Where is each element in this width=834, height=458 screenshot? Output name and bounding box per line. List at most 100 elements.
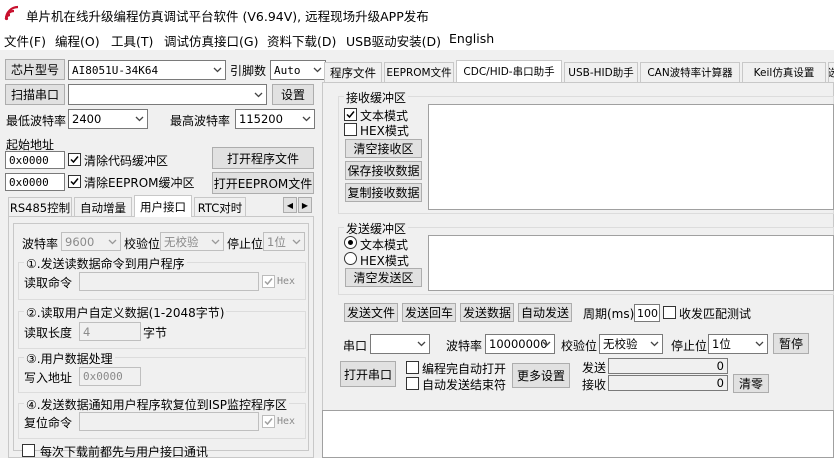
- menu-usb-driver[interactable]: USB驱动安装(D): [346, 31, 441, 50]
- tab-can-baud[interactable]: CAN波特率计算器: [640, 62, 740, 82]
- serial-baud-label: 波特率: [446, 339, 483, 353]
- min-baud-select[interactable]: 2400: [68, 109, 148, 129]
- eeprom-address-input[interactable]: 0x0000: [5, 173, 65, 191]
- clear-count-button[interactable]: 清零: [733, 374, 769, 393]
- tab-usb-hid[interactable]: USB-HID助手: [564, 62, 638, 82]
- clear-receive-button[interactable]: 清空接收区: [345, 139, 422, 158]
- ui-parity-select[interactable]: 无校验: [160, 232, 224, 251]
- menu-english[interactable]: English: [449, 31, 494, 46]
- clear-eeprom-checkbox[interactable]: [68, 175, 81, 188]
- send-count-label: 发送: [582, 361, 607, 375]
- serial-baud-select[interactable]: 10000000: [485, 334, 555, 354]
- serial-port-select[interactable]: [370, 334, 430, 354]
- read-command-hex-checkbox[interactable]: [262, 275, 275, 288]
- tab-serial-assistant[interactable]: CDC/HID-串口助手: [456, 60, 562, 82]
- check-icon: [264, 278, 273, 286]
- pause-button[interactable]: 暂停: [773, 333, 809, 354]
- communicate-before-download-checkbox[interactable]: [22, 444, 35, 457]
- group-data-processing-title: ③.用户数据处理: [24, 350, 115, 367]
- menu-program[interactable]: 编程(O): [55, 31, 100, 50]
- ui-baud-label: 波特率: [22, 237, 59, 251]
- send-count-field: 0: [608, 358, 728, 374]
- clear-send-button[interactable]: 清空发送区: [345, 268, 422, 287]
- menu-file[interactable]: 文件(F): [4, 31, 46, 50]
- chip-model-button[interactable]: 芯片型号: [5, 59, 65, 80]
- check-icon: [264, 418, 273, 426]
- read-command-label: 读取命令: [24, 276, 73, 290]
- recv-text-mode-checkbox[interactable]: [344, 108, 357, 121]
- send-hex-mode-radio[interactable]: [344, 252, 357, 265]
- read-length-unit: 字节: [143, 326, 168, 340]
- receive-textarea[interactable]: [428, 104, 834, 210]
- read-command-input[interactable]: [79, 272, 259, 291]
- tab-more[interactable]: 选: [828, 62, 834, 82]
- copy-receive-button[interactable]: 复制接收数据: [345, 183, 422, 202]
- tab-scroll-left-button[interactable]: ◀: [283, 197, 297, 213]
- reset-command-input[interactable]: [79, 412, 259, 431]
- max-baud-select[interactable]: 115200: [235, 109, 315, 129]
- tab-keil-settings[interactable]: Keil仿真设置: [742, 62, 826, 82]
- user-interface-box: 波特率 9600 校验位 无校验 停止位 1位 ①.发送读数据命令到用户程序 读…: [13, 223, 309, 458]
- save-receive-button[interactable]: 保存接收数据: [345, 161, 422, 180]
- open-eeprom-file-button[interactable]: 打开EEPROM文件: [212, 172, 314, 194]
- open-program-file-button[interactable]: 打开程序文件: [212, 147, 314, 169]
- tab-eeprom-file[interactable]: EEPROM文件: [384, 62, 454, 82]
- min-baud-label: 最低波特率: [6, 114, 67, 128]
- serial-baud-value: 10000000: [489, 337, 548, 351]
- more-settings-button[interactable]: 更多设置: [512, 363, 570, 388]
- menu-debug[interactable]: 调试仿真接口(G): [164, 31, 258, 50]
- app-logo-icon: [4, 5, 20, 21]
- serial-stop-value: 1位: [712, 337, 731, 351]
- code-address-input[interactable]: 0x0000: [5, 151, 65, 169]
- recv-match-checkbox[interactable]: [663, 306, 676, 319]
- recv-hex-mode-checkbox[interactable]: [344, 123, 357, 136]
- reset-command-hex-label: Hex: [277, 416, 296, 427]
- send-file-button[interactable]: 发送文件: [344, 303, 398, 322]
- read-length-input[interactable]: 4: [79, 322, 141, 341]
- ui-stop-select[interactable]: 1位: [263, 232, 305, 251]
- chevron-down-icon: [542, 341, 551, 347]
- chevron-down-icon: [254, 92, 263, 97]
- send-text-mode-radio[interactable]: [344, 236, 357, 249]
- log-output-area[interactable]: [322, 410, 834, 458]
- title-bar: 单片机在线升级编程仿真调试平台软件 (V6.94V), 远程现场升级APP发布: [0, 0, 834, 28]
- serial-parity-select[interactable]: 无校验: [599, 334, 663, 354]
- send-data-button[interactable]: 发送数据: [460, 303, 514, 322]
- read-command-hex-label: Hex: [277, 276, 296, 287]
- menu-download[interactable]: 资料下载(D): [267, 31, 336, 50]
- clear-code-label: 清除代码缓冲区: [84, 154, 169, 168]
- auto-end-checkbox[interactable]: [406, 377, 419, 390]
- serial-stop-label: 停止位: [671, 339, 708, 353]
- send-textarea[interactable]: [428, 235, 834, 291]
- tab-scroll-right-button[interactable]: ▶: [298, 197, 312, 213]
- open-serial-port-button[interactable]: 打开串口: [340, 361, 396, 387]
- period-input[interactable]: 100: [634, 304, 660, 322]
- settings-button[interactable]: 设置: [272, 84, 314, 105]
- recv-count-label: 接收: [582, 378, 607, 392]
- tab-auto-increment[interactable]: 自动增量: [74, 197, 132, 217]
- chip-model-select[interactable]: AI8051U-34K64: [68, 60, 226, 80]
- group-read-length-title: ②.读取用户自定义数据(1-2048字节): [24, 304, 227, 321]
- send-enter-button[interactable]: 发送回车: [402, 303, 456, 322]
- auto-open-checkbox[interactable]: [406, 361, 419, 374]
- scan-port-button[interactable]: 扫描串口: [5, 84, 65, 105]
- pin-count-select[interactable]: Auto: [270, 60, 326, 80]
- tab-program-file[interactable]: 程序文件: [324, 62, 382, 82]
- ui-baud-select[interactable]: 9600: [61, 232, 121, 251]
- port-select[interactable]: [68, 84, 267, 105]
- write-address-input[interactable]: 0x0000: [79, 367, 141, 386]
- menu-tools[interactable]: 工具(T): [111, 31, 153, 50]
- tab-user-interface[interactable]: 用户接口: [134, 195, 192, 217]
- app-window: 单片机在线升级编程仿真调试平台软件 (V6.94V), 远程现场升级APP发布 …: [0, 0, 834, 458]
- tab-rs485[interactable]: RS485控制: [8, 197, 72, 217]
- tab-rtc[interactable]: RTC对时: [194, 197, 246, 217]
- reset-command-hex-checkbox[interactable]: [262, 415, 275, 428]
- recv-count-field: 0: [608, 375, 728, 391]
- write-address-label: 写入地址: [24, 371, 73, 385]
- clear-code-checkbox[interactable]: [68, 153, 81, 166]
- serial-stop-select[interactable]: 1位: [708, 334, 768, 354]
- ui-parity-value: 无校验: [164, 234, 199, 249]
- chevron-down-icon: [302, 116, 311, 122]
- auto-send-button[interactable]: 自动发送: [518, 303, 572, 322]
- chevron-down-icon: [211, 239, 220, 244]
